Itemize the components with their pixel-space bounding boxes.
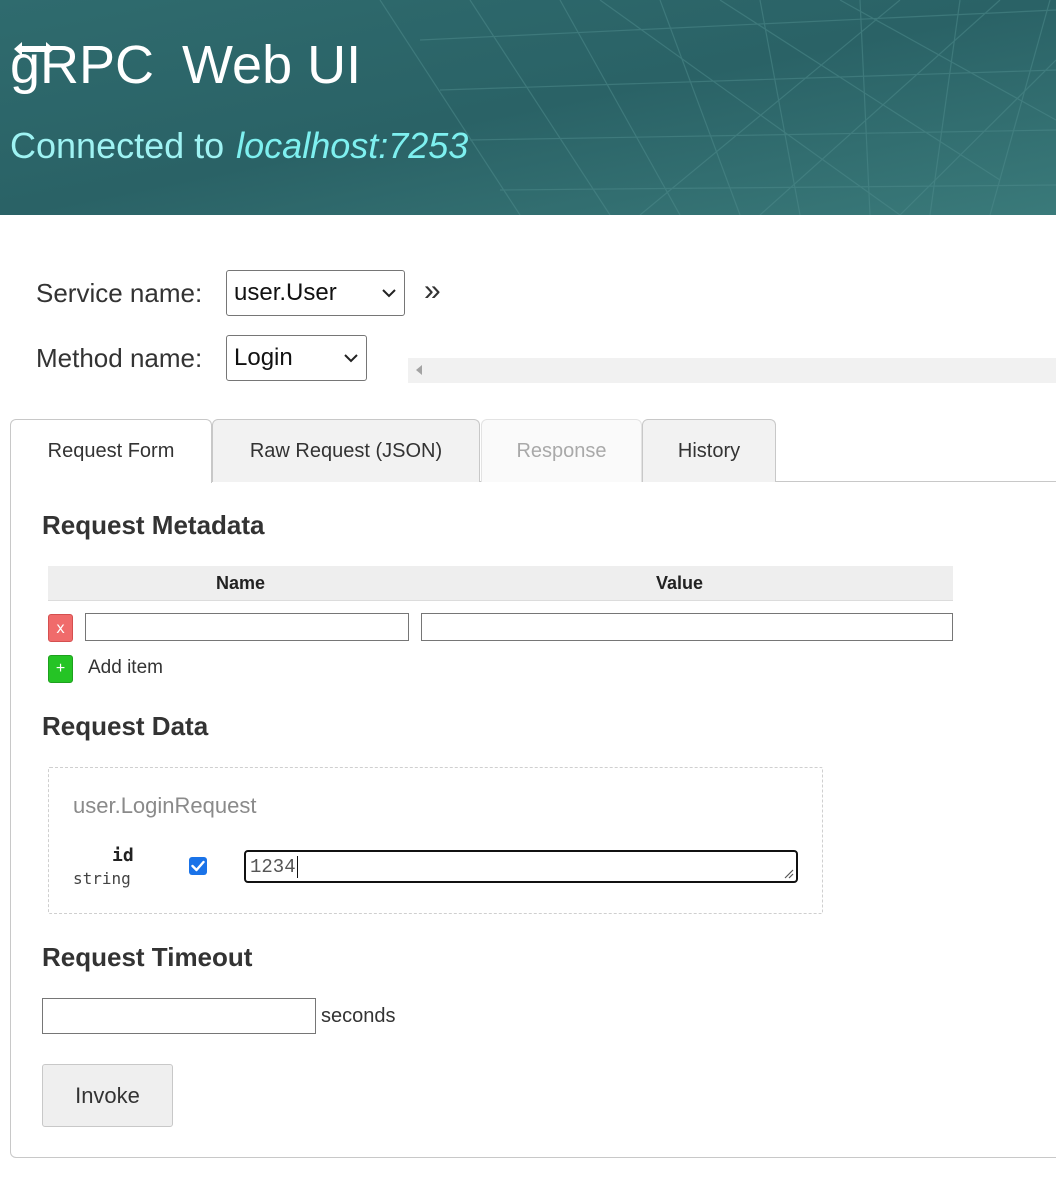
message-box	[48, 767, 823, 914]
field-value-text: 1234	[250, 856, 296, 878]
field-value-textarea[interactable]: 1234	[244, 850, 798, 883]
timeout-unit-label: seconds	[321, 1005, 396, 1027]
service-row: Service name: user.User	[36, 270, 405, 316]
service-name-label: Service name:	[36, 277, 203, 308]
tab-request-form[interactable]: Request Form	[10, 419, 212, 483]
scroll-left-icon[interactable]	[416, 365, 422, 375]
method-select[interactable]: Login	[226, 335, 367, 381]
column-header-name: Name	[216, 573, 266, 593]
request-metadata-heading: Request Metadata	[42, 510, 265, 540]
tab-history[interactable]: History	[642, 419, 776, 482]
tab-bar: Request Form Raw Request (JSON) Response…	[10, 419, 1056, 483]
logo: gRPC	[10, 32, 154, 98]
method-name-label: Method name:	[36, 342, 203, 373]
request-timeout-heading: Request Timeout	[42, 942, 253, 972]
method-select-value: Login	[234, 344, 293, 371]
app-title: Web UI	[182, 35, 362, 95]
request-data-heading: Request Data	[42, 711, 209, 741]
add-item-button[interactable]: +	[48, 655, 73, 683]
remove-metadata-button[interactable]: x	[48, 614, 73, 642]
resize-grip-icon[interactable]	[784, 869, 794, 879]
invoke-button[interactable]: Invoke	[42, 1064, 173, 1127]
service-select[interactable]: user.User	[226, 270, 405, 316]
service-select-value: user.User	[234, 279, 337, 306]
expand-button[interactable]: »	[424, 276, 441, 306]
chevron-down-icon	[382, 288, 396, 298]
brand: gRPC Web UI	[10, 32, 361, 98]
host-address: localhost:7253	[236, 125, 469, 166]
connected-label: Connected to	[10, 125, 225, 166]
connection-status: Connected to localhost:7253	[10, 124, 468, 168]
field-type: string	[73, 869, 131, 888]
timeout-input[interactable]	[42, 998, 316, 1034]
method-row: Method name: Login	[36, 335, 367, 381]
field-name: id	[112, 845, 134, 866]
metadata-table-header: Name Value	[48, 566, 953, 601]
field-enabled-checkbox[interactable]	[189, 857, 207, 875]
text-caret	[296, 855, 298, 878]
column-header-value: Value	[656, 573, 704, 593]
metadata-name-input[interactable]	[85, 613, 409, 641]
horizontal-scrollbar[interactable]	[408, 358, 1056, 383]
checkmark-icon	[191, 860, 205, 872]
app-header: gRPC Web UI Connected to localhost:7253	[0, 0, 1056, 215]
chevron-down-icon	[344, 353, 358, 363]
add-item-label: Add item	[88, 657, 163, 678]
double-arrow-icon	[14, 42, 54, 56]
tab-raw-request[interactable]: Raw Request (JSON)	[212, 419, 480, 482]
message-type-label: user.LoginRequest	[73, 793, 257, 818]
tab-response: Response	[481, 419, 642, 482]
metadata-value-input[interactable]	[421, 613, 953, 641]
